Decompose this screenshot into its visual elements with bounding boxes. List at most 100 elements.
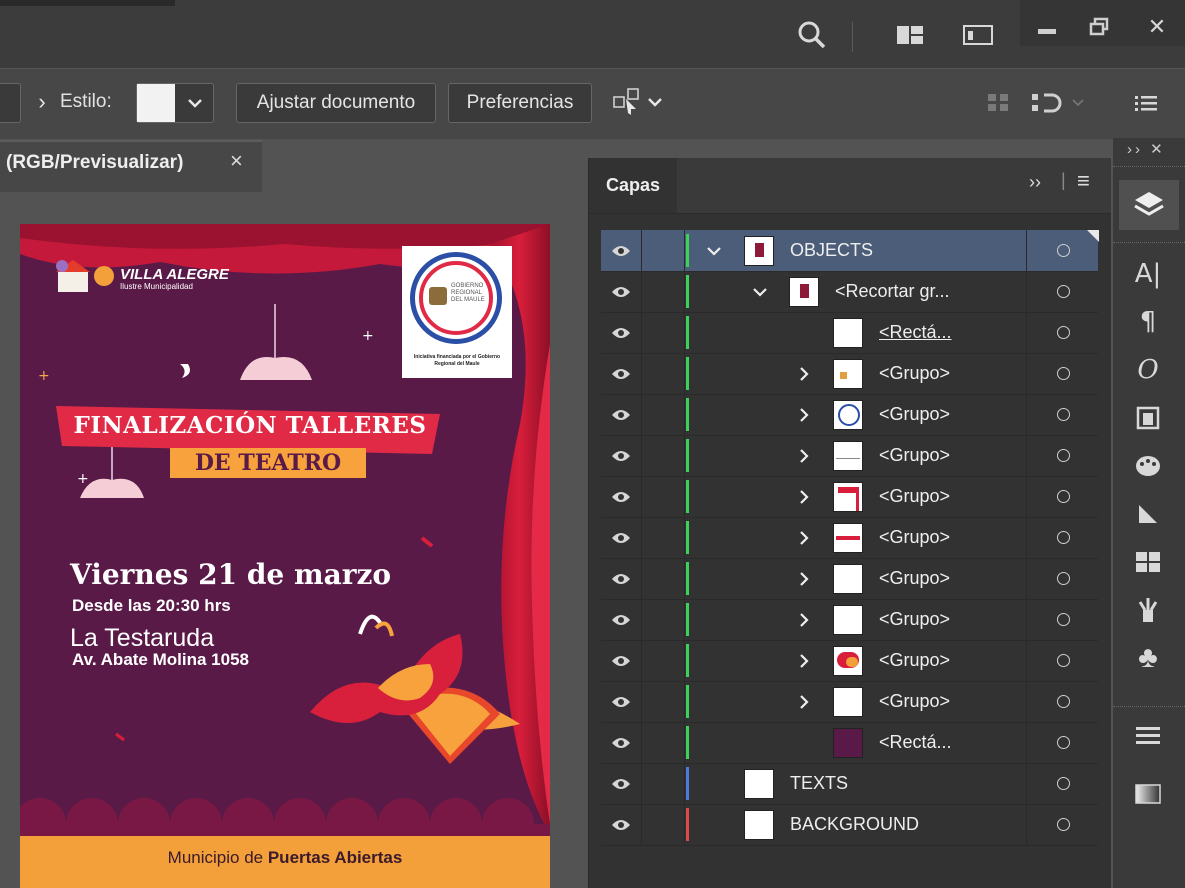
layer-name[interactable]: <Grupo>	[879, 640, 950, 681]
minimize-icon[interactable]	[1030, 14, 1064, 48]
visibility-eye-icon[interactable]	[601, 230, 641, 271]
visibility-eye-icon[interactable]	[601, 517, 641, 558]
layer-name[interactable]: <Grupo>	[879, 435, 950, 476]
visibility-eye-icon[interactable]	[601, 599, 641, 640]
poster-artboard[interactable]: + + + VILLA ALEGRE Ilustre Municipalidad	[20, 224, 550, 888]
layer-target-icon[interactable]	[1026, 722, 1099, 763]
layer-row[interactable]: <Grupo>	[601, 394, 1098, 436]
swatches-icon[interactable]	[1123, 542, 1173, 582]
layer-row[interactable]: BACKGROUND	[601, 804, 1098, 846]
chevron-down-icon[interactable]	[707, 230, 721, 271]
lock-toggle[interactable]	[641, 394, 685, 435]
layer-target-icon[interactable]	[1026, 353, 1099, 394]
close-icon[interactable]: ✕	[1140, 10, 1174, 44]
layer-row[interactable]: <Grupo>	[601, 435, 1098, 477]
layer-target-icon[interactable]	[1026, 271, 1099, 312]
dock-collapse-controls[interactable]: ›› ✕	[1127, 140, 1166, 158]
lock-toggle[interactable]	[641, 640, 685, 681]
layer-row[interactable]: <Grupo>	[601, 681, 1098, 723]
layer-row[interactable]: <Grupo>	[601, 599, 1098, 641]
visibility-eye-icon[interactable]	[601, 271, 641, 312]
layers-icon[interactable]	[1119, 180, 1179, 230]
document-tab-close-icon[interactable]: ×	[230, 148, 243, 174]
lock-toggle[interactable]	[641, 763, 685, 804]
align-icon[interactable]	[1030, 89, 1100, 117]
layer-target-icon[interactable]	[1026, 312, 1099, 353]
panel-collapse-icon[interactable]: ››	[1029, 172, 1041, 193]
layer-row[interactable]: <Recortar gr...	[601, 271, 1098, 313]
layer-target-icon[interactable]	[1026, 640, 1099, 681]
lock-toggle[interactable]	[641, 312, 685, 353]
brushes-icon[interactable]	[1123, 590, 1173, 630]
layer-row[interactable]: <Rectá...	[601, 722, 1098, 764]
lock-toggle[interactable]	[641, 599, 685, 640]
layer-row[interactable]: OBJECTS	[601, 230, 1099, 272]
visibility-eye-icon[interactable]	[601, 394, 641, 435]
lock-toggle[interactable]	[641, 230, 685, 271]
lock-toggle[interactable]	[641, 476, 685, 517]
layer-name[interactable]: <Grupo>	[879, 681, 950, 722]
layer-name[interactable]: <Grupo>	[879, 394, 950, 435]
layer-target-icon[interactable]	[1026, 394, 1099, 435]
layer-target-icon[interactable]	[1026, 763, 1099, 804]
tab-layers[interactable]: Capas	[589, 158, 677, 213]
visibility-eye-icon[interactable]	[601, 435, 641, 476]
lock-toggle[interactable]	[641, 517, 685, 558]
layer-target-icon[interactable]	[1026, 804, 1099, 845]
layer-target-icon[interactable]	[1026, 230, 1099, 271]
chevron-right-icon[interactable]	[799, 558, 809, 599]
layer-row[interactable]: <Grupo>	[601, 640, 1098, 682]
layer-name[interactable]: <Grupo>	[879, 476, 950, 517]
layer-row[interactable]: <Grupo>	[601, 517, 1098, 559]
style-dropdown[interactable]	[136, 83, 214, 123]
layer-name[interactable]: <Rectá...	[879, 722, 952, 763]
layer-target-icon[interactable]	[1026, 517, 1099, 558]
chevron-right-icon[interactable]	[799, 517, 809, 558]
artboards-icon[interactable]	[1123, 398, 1173, 438]
paragraph-icon[interactable]: ¶	[1123, 302, 1173, 342]
prev-segment[interactable]	[0, 83, 21, 123]
chevron-right-icon[interactable]: ›	[32, 83, 52, 121]
layer-target-icon[interactable]	[1026, 558, 1099, 599]
layer-row[interactable]: <Grupo>	[601, 476, 1098, 518]
layer-name[interactable]: TEXTS	[790, 763, 848, 804]
layer-name[interactable]: OBJECTS	[790, 230, 873, 271]
search-icon[interactable]	[792, 18, 832, 52]
transform-icon[interactable]	[612, 83, 672, 121]
layer-name[interactable]: <Grupo>	[879, 599, 950, 640]
lock-toggle[interactable]	[641, 271, 685, 312]
lock-toggle[interactable]	[641, 681, 685, 722]
lock-toggle[interactable]	[641, 353, 685, 394]
layer-name[interactable]: BACKGROUND	[790, 804, 919, 845]
chevron-right-icon[interactable]	[799, 599, 809, 640]
visibility-eye-icon[interactable]	[601, 804, 641, 845]
layer-name[interactable]: <Grupo>	[879, 517, 950, 558]
lock-toggle[interactable]	[641, 722, 685, 763]
visibility-eye-icon[interactable]	[601, 640, 641, 681]
layer-name[interactable]: <Grupo>	[879, 353, 950, 394]
gradient-icon[interactable]	[1123, 494, 1173, 534]
document-tab[interactable]: (RGB/Previsualizar) ×	[0, 140, 262, 192]
layer-name[interactable]: <Grupo>	[879, 558, 950, 599]
chevron-right-icon[interactable]	[799, 353, 809, 394]
layer-name[interactable]: <Rectá...	[879, 312, 952, 353]
layer-target-icon[interactable]	[1026, 476, 1099, 517]
layer-row[interactable]: TEXTS	[601, 763, 1098, 805]
chevron-right-icon[interactable]	[799, 435, 809, 476]
layer-row[interactable]: <Rectá...	[601, 312, 1098, 354]
visibility-eye-icon[interactable]	[601, 558, 641, 599]
layer-name[interactable]: <Recortar gr...	[835, 271, 950, 312]
preferences-button[interactable]: Preferencias	[448, 83, 592, 123]
adjust-document-button[interactable]: Ajustar documento	[236, 83, 436, 123]
layer-target-icon[interactable]	[1026, 681, 1099, 722]
lock-toggle[interactable]	[641, 558, 685, 599]
restore-icon[interactable]	[1082, 10, 1116, 44]
layer-row[interactable]: <Grupo>	[601, 353, 1098, 395]
visibility-eye-icon[interactable]	[601, 763, 641, 804]
workspace-icon[interactable]	[890, 18, 930, 52]
stroke-icon[interactable]	[1123, 716, 1173, 756]
chevron-right-icon[interactable]	[799, 394, 809, 435]
color-icon[interactable]	[1123, 446, 1173, 486]
layer-target-icon[interactable]	[1026, 599, 1099, 640]
visibility-eye-icon[interactable]	[601, 353, 641, 394]
